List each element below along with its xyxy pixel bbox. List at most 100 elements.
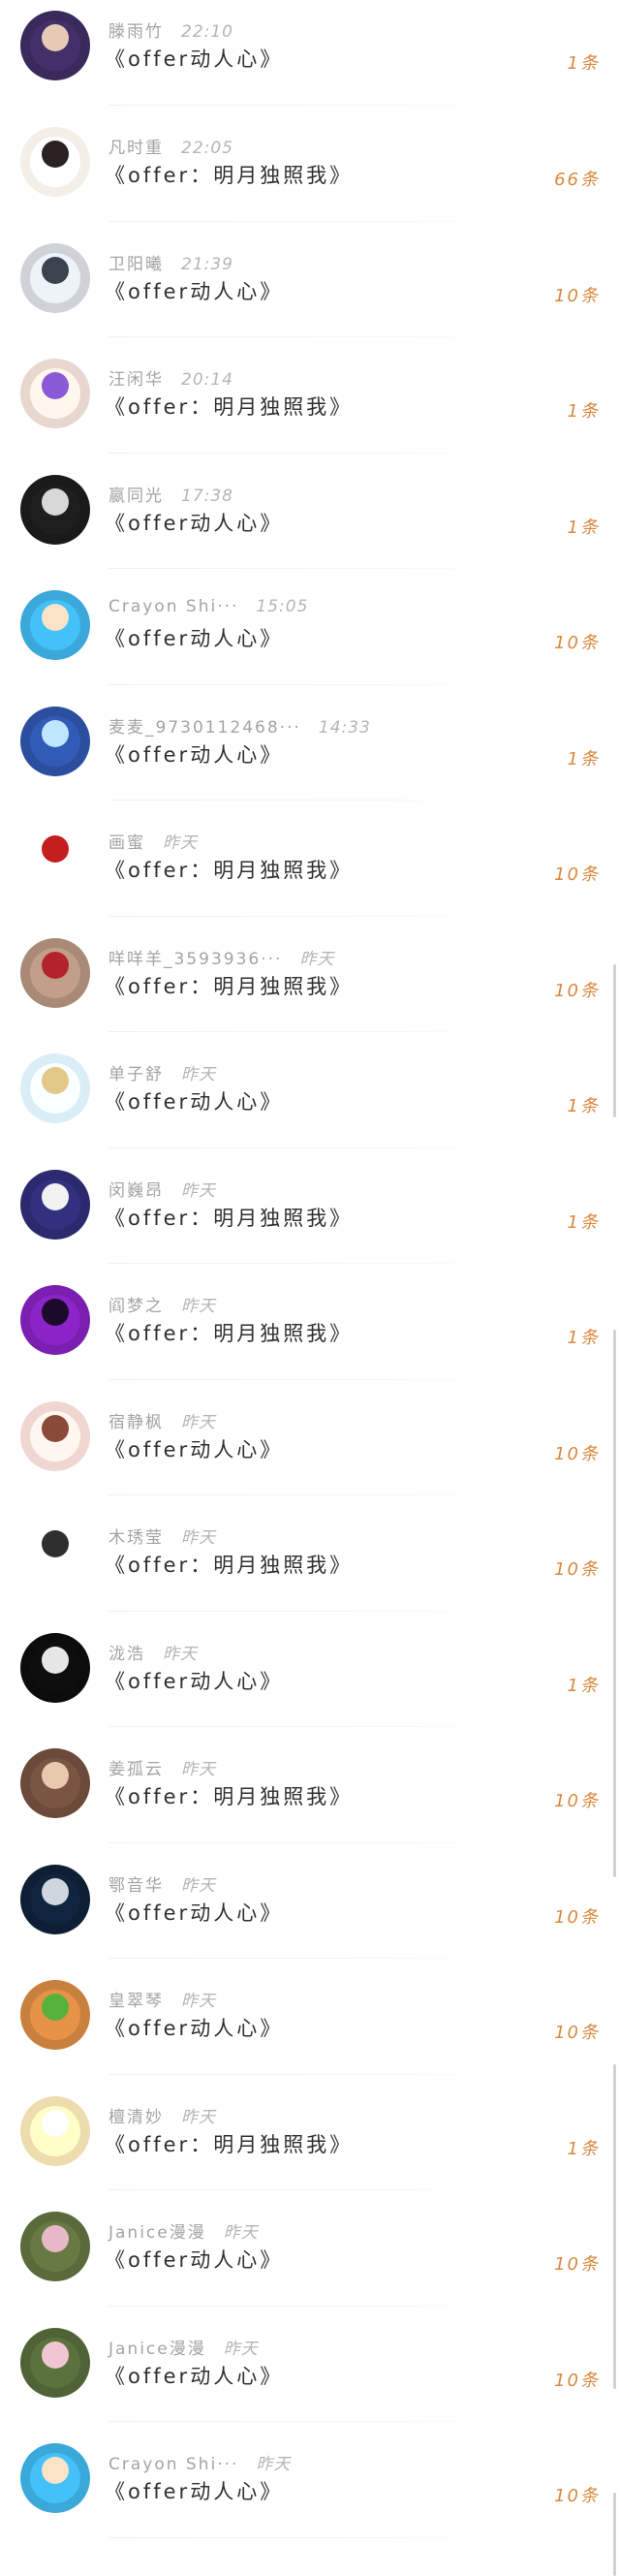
message-count: 10条 bbox=[554, 1559, 600, 1580]
sender-name: 阎梦之 bbox=[108, 1297, 164, 1316]
message-time: 22:05 bbox=[181, 139, 233, 158]
message-row[interactable]: 阎梦之 昨天 《offer：明月独照我》 1条 bbox=[0, 1264, 620, 1380]
sender-meta: 滕雨竹 22:10 bbox=[108, 17, 233, 42]
sender-meta: 阎梦之 昨天 bbox=[108, 1292, 216, 1316]
avatar-shape bbox=[42, 1067, 69, 1094]
message-row[interactable]: 木琇莹 昨天 《offer：明月独照我》 10条 bbox=[0, 1495, 620, 1612]
avatar-shape bbox=[42, 1182, 69, 1210]
avatar-shape bbox=[42, 2225, 69, 2252]
message-row[interactable]: 嬴同光 17:38 《offer动人心》 1条 bbox=[0, 454, 620, 569]
avatar[interactable] bbox=[20, 11, 90, 80]
avatar[interactable] bbox=[20, 474, 90, 545]
sender-name: 嬴同光 bbox=[108, 486, 164, 506]
sender-name: 鄂音华 bbox=[108, 1875, 164, 1896]
message-count: 10条 bbox=[554, 1906, 600, 1928]
avatar[interactable] bbox=[20, 2327, 90, 2398]
message-row[interactable]: 汪闲华 20:14 《offer：明月独照我》 1条 bbox=[0, 337, 620, 454]
avatar[interactable] bbox=[20, 1980, 90, 2050]
sender-name: Crayon Shi··· bbox=[108, 597, 239, 616]
message-count: 10条 bbox=[554, 2023, 600, 2043]
message-row[interactable]: 画蜜 昨天 《offer：明月独照我》 10条 bbox=[0, 801, 620, 917]
sender-meta: 嬴同光 17:38 bbox=[108, 482, 233, 506]
message-row[interactable]: 单子舒 昨天 《offer动人心》 1条 bbox=[0, 1032, 620, 1148]
message-count: 1条 bbox=[567, 517, 600, 538]
message-row[interactable]: 宿静枫 昨天 《offer动人心》 10条 bbox=[0, 1380, 620, 1495]
message-time: 昨天 bbox=[223, 2223, 259, 2243]
message-count: 10条 bbox=[554, 2486, 600, 2506]
sender-name: Janice漫漫 bbox=[108, 2223, 206, 2243]
message-row[interactable]: Janice漫漫 昨天 《offer动人心》 10条 bbox=[0, 2190, 620, 2307]
message-row[interactable]: Janice漫漫 昨天 《offer动人心》 10条 bbox=[0, 2307, 620, 2422]
avatar[interactable] bbox=[20, 706, 90, 776]
avatar[interactable] bbox=[20, 1864, 90, 1934]
avatar[interactable] bbox=[20, 2095, 90, 2166]
avatar[interactable] bbox=[20, 1169, 90, 1240]
message-row[interactable]: 凡时重 22:05 《offer：明月独照我》 66条 bbox=[0, 106, 620, 222]
message-time: 昨天 bbox=[181, 1528, 216, 1548]
avatar[interactable] bbox=[20, 127, 90, 197]
sender-meta: 宿静枫 昨天 bbox=[108, 1408, 216, 1432]
message-row[interactable]: Crayon Shi··· 昨天 《offer动人心》 10条 bbox=[0, 2422, 620, 2538]
sender-name: 皇翠琴 bbox=[108, 1992, 164, 2011]
avatar[interactable] bbox=[20, 2443, 90, 2513]
avatar[interactable] bbox=[20, 359, 90, 428]
message-count: 1条 bbox=[567, 748, 600, 770]
message-time: 21:39 bbox=[181, 254, 233, 274]
message-row[interactable]: 咩咩羊_3593936··· 昨天 《offer：明月独照我》 10条 bbox=[0, 917, 620, 1032]
avatar[interactable] bbox=[20, 1400, 90, 1471]
message-time: 昨天 bbox=[181, 1065, 216, 1084]
avatar[interactable] bbox=[20, 1748, 90, 1818]
message-row[interactable]: 皇翠琴 昨天《offer动人心》 10条 bbox=[0, 1959, 620, 2075]
message-row[interactable]: 麦麦_9730112468··· 14:33 《offer动人心》 1条 bbox=[0, 685, 620, 801]
message-title: 《offer：明月独照我》 bbox=[105, 164, 354, 187]
message-row[interactable]: 卫阳曦 21:39 《offer动人心》 10条 bbox=[0, 222, 620, 337]
message-row[interactable]: 闵巍昂 昨天 《offer：明月独照我》 1条 bbox=[0, 1148, 620, 1264]
avatar[interactable] bbox=[20, 2212, 90, 2281]
avatar[interactable] bbox=[20, 1517, 90, 1586]
message-time: 昨天 bbox=[256, 2455, 292, 2474]
sender-meta: 姜孤云 昨天 bbox=[108, 1755, 216, 1779]
message-time: 昨天 bbox=[181, 1180, 216, 1201]
sender-name: 画蜜 bbox=[108, 833, 145, 853]
message-title: 《offer动人心》 bbox=[105, 279, 284, 303]
avatar-shape bbox=[42, 2457, 69, 2484]
avatar[interactable] bbox=[20, 242, 90, 313]
message-row[interactable]: Crayon Shi··· 15:05 《offer动人心》 10条 bbox=[0, 569, 620, 685]
avatar[interactable] bbox=[20, 1285, 90, 1355]
avatar-shape bbox=[42, 487, 69, 516]
avatar[interactable] bbox=[20, 590, 90, 660]
avatar-shape bbox=[42, 372, 69, 399]
message-title: 《offer动人心》 bbox=[105, 2480, 284, 2503]
scrollbar-segment[interactable] bbox=[613, 2064, 616, 2389]
avatar[interactable] bbox=[20, 937, 90, 1008]
avatar[interactable] bbox=[20, 1053, 90, 1123]
avatar-shape bbox=[42, 24, 69, 51]
sender-name: 宿静枫 bbox=[108, 1412, 164, 1432]
message-row[interactable]: 鄂音华 昨天 《offer动人心》 10条 bbox=[0, 1843, 620, 1959]
message-count: 1条 bbox=[567, 401, 600, 422]
sender-meta: 檀清妙 昨天 bbox=[108, 2103, 216, 2127]
message-count: 10条 bbox=[554, 2254, 600, 2275]
avatar-shape bbox=[42, 951, 69, 979]
sender-meta: Crayon Shi··· 15:05 bbox=[108, 597, 308, 616]
message-row[interactable]: 泷浩 昨天 《offer动人心》 1条 bbox=[0, 1612, 620, 1727]
scrollbar-segment[interactable] bbox=[613, 2493, 616, 2576]
message-time: 14:33 bbox=[318, 717, 371, 738]
message-count: 66条 bbox=[554, 170, 600, 190]
scrollbar-segment[interactable] bbox=[613, 1330, 616, 1877]
message-time: 20:14 bbox=[181, 370, 233, 390]
avatar[interactable] bbox=[20, 1632, 90, 1703]
sender-meta: 皇翠琴 昨天 bbox=[108, 1987, 216, 2011]
message-title: 《offer动人心》 bbox=[105, 1090, 284, 1114]
avatar[interactable] bbox=[20, 822, 90, 892]
sender-meta: 木琇莹 昨天 bbox=[108, 1524, 216, 1548]
message-row[interactable]: 姜孤云 昨天 《offer：明月独照我》 10条 bbox=[0, 1727, 620, 1843]
avatar-shape bbox=[42, 1299, 69, 1326]
scrollbar-segment[interactable] bbox=[613, 964, 616, 1117]
avatar-shape bbox=[42, 1877, 69, 1905]
sender-meta: Crayon Shi··· 昨天 bbox=[108, 2450, 291, 2474]
message-title: 《offer动人心》 bbox=[105, 742, 284, 767]
message-title: 《offer动人心》 bbox=[105, 2017, 284, 2040]
message-row[interactable]: 檀清妙 昨天 《offer：明月独照我》 1条 bbox=[0, 2075, 620, 2190]
message-row[interactable]: 滕雨竹 22:10 《offer动人心》 1条 bbox=[0, 0, 620, 106]
